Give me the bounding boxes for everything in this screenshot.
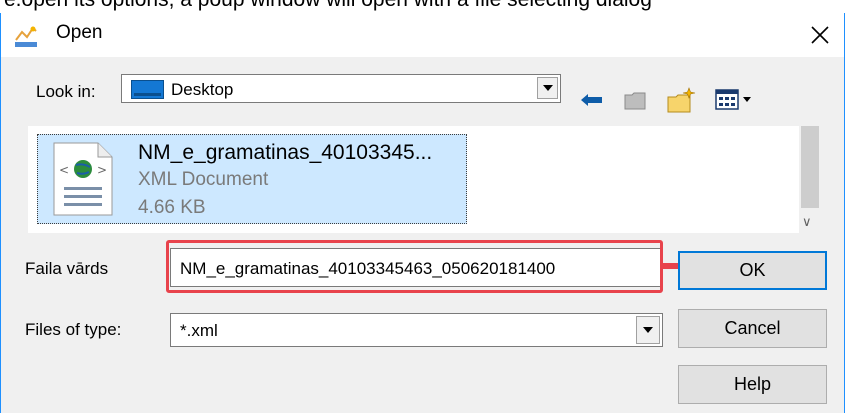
look-in-value: Desktop (171, 80, 234, 99)
view-menu-icon (715, 89, 751, 110)
open-dialog: Open Look in: Desktop < > NM_e_gramatina… (0, 13, 845, 413)
svg-text:<: < (59, 163, 69, 177)
cancel-button[interactable]: Cancel (678, 309, 827, 348)
files-of-type-label: Files of type: (25, 320, 122, 339)
file-size: 4.66 KB (138, 197, 206, 218)
svg-text:>: > (97, 163, 107, 177)
chevron-down-icon (542, 85, 553, 91)
filename-label: Faila vārds (25, 259, 109, 278)
title-bar: Open (1, 13, 844, 57)
up-folder-button[interactable] (621, 87, 649, 113)
new-folder-icon (667, 87, 696, 113)
files-of-type-dropdown[interactable]: *.xml (170, 313, 663, 347)
scrollbar-thumb[interactable] (801, 126, 819, 208)
help-button[interactable]: Help (678, 365, 827, 404)
ok-button[interactable]: OK (678, 251, 827, 290)
scroll-down-icon[interactable]: ∨ (802, 214, 812, 230)
desktop-icon (131, 80, 164, 99)
options-app-icon (15, 26, 37, 47)
look-in-dropdown-button[interactable] (537, 77, 558, 99)
files-of-type-dropdown-button[interactable] (636, 316, 660, 344)
list-item[interactable]: < > NM_e_gramatinas_40103345... XML Docu… (37, 134, 467, 224)
file-type: XML Document (138, 169, 269, 190)
files-of-type-value: *.xml (180, 321, 218, 340)
view-menu-button[interactable] (713, 87, 757, 113)
close-button[interactable] (798, 15, 842, 55)
file-name: NM_e_gramatinas_40103345... (138, 141, 433, 164)
page-text: e.open its options, a poup window will o… (4, 0, 652, 12)
xml-document-icon: < > (53, 142, 113, 216)
filename-highlight-box (166, 240, 663, 293)
look-in-dropdown[interactable]: Desktop (121, 74, 561, 103)
file-list[interactable]: < > NM_e_gramatinas_40103345... XML Docu… (28, 126, 821, 233)
close-icon (811, 26, 829, 44)
look-in-label: Look in: (36, 82, 96, 101)
dialog-title: Open (56, 22, 103, 43)
back-button[interactable] (579, 87, 605, 113)
back-arrow-icon (581, 94, 602, 106)
new-folder-button[interactable] (665, 87, 697, 113)
vertical-scrollbar[interactable]: ∨ (799, 126, 821, 233)
chevron-down-icon (643, 327, 653, 333)
up-folder-icon (624, 92, 646, 110)
background-page-text: e.open its options, a poup window will o… (0, 0, 856, 13)
